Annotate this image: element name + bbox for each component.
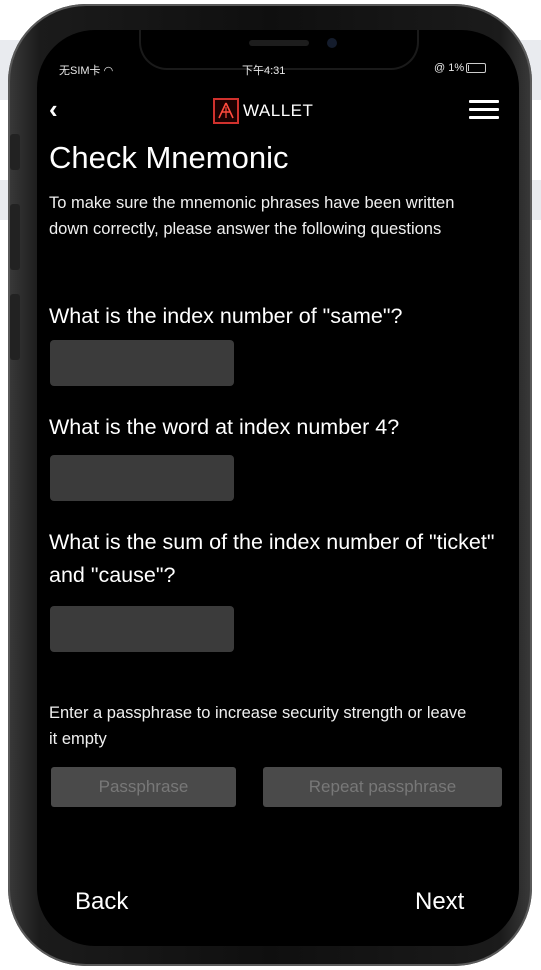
page-title: Check Mnemonic (49, 140, 289, 175)
front-camera (327, 38, 337, 48)
status-bar: 无SIM卡 ◠ 下午4:31 @ 1% (37, 62, 519, 78)
wifi-icon: ◠ (103, 65, 114, 77)
volume-down-button (10, 294, 20, 360)
question-3: What is the sum of the index number of "… (49, 530, 495, 587)
phone-screen: 无SIM卡 ◠ 下午4:31 @ 1% ‹ WALLET Check Mnemo… (37, 30, 519, 946)
hamburger-menu-icon[interactable] (469, 100, 499, 124)
nav-bar: ‹ WALLET (37, 92, 519, 128)
phone-frame: 无SIM卡 ◠ 下午4:31 @ 1% ‹ WALLET Check Mnemo… (8, 4, 532, 966)
chevron-left-icon[interactable]: ‹ (49, 96, 58, 122)
volume-up-button (10, 204, 20, 270)
status-time: 下午4:31 (242, 65, 286, 77)
answer-2-input[interactable] (50, 455, 234, 501)
next-button[interactable]: Next (415, 888, 464, 916)
passphrase-input[interactable]: Passphrase (51, 767, 236, 807)
battery-text: @ 1% (434, 62, 465, 74)
brand-name: WALLET (243, 101, 314, 120)
intro-text: To make sure the mnemonic phrases have b… (49, 194, 455, 238)
wallet-logo-icon (213, 98, 239, 124)
back-button[interactable]: Back (75, 888, 128, 916)
carrier-label: 无SIM卡 ◠ (59, 62, 113, 78)
answer-3-input[interactable] (50, 606, 234, 652)
mute-switch (10, 134, 20, 170)
brand: WALLET (213, 96, 313, 126)
passphrase-label: Enter a passphrase to increase security … (49, 704, 467, 748)
battery-icon (466, 63, 487, 74)
question-1: What is the index number of "same"? (49, 304, 403, 328)
repeat-passphrase-input[interactable]: Repeat passphrase (263, 767, 502, 807)
battery-indicator: @ 1% (434, 62, 487, 74)
answer-1-input[interactable] (50, 340, 234, 386)
carrier-text: 无SIM卡 (59, 65, 104, 77)
question-2: What is the word at index number 4? (49, 415, 400, 439)
earpiece-speaker (249, 40, 309, 46)
